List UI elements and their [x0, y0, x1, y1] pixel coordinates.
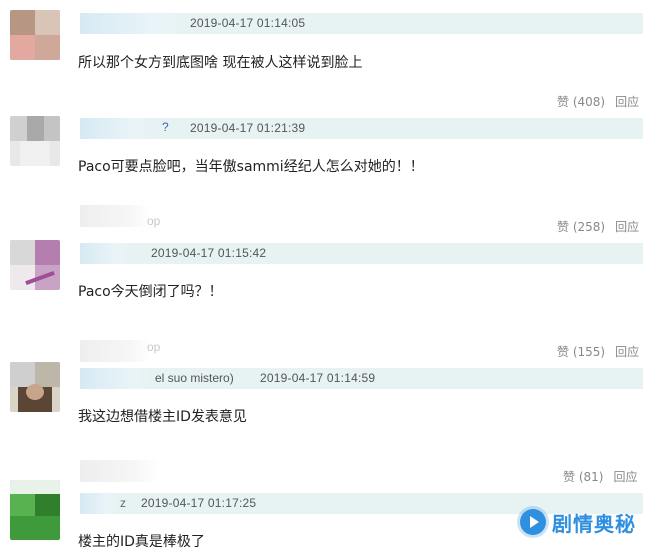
quoted-username	[80, 340, 150, 362]
watermark: 剧情奥秘	[520, 505, 636, 539]
comment-time: 2019-04-17 01:14:59	[260, 371, 376, 385]
username[interactable]	[80, 243, 132, 264]
avatar[interactable]	[10, 10, 60, 60]
reply-button[interactable]: 回应	[615, 343, 639, 360]
like-button[interactable]: 赞 (81)	[563, 468, 603, 485]
quoted-username	[80, 460, 158, 482]
comment-actions: 赞 (81) 回应	[563, 468, 637, 485]
quoted-username-suffix: op	[147, 214, 161, 228]
comment-text: 所以那个女方到底图啥 现在被人这样说到脸上	[78, 55, 363, 71]
reply-button[interactable]: 回应	[615, 93, 639, 110]
avatar[interactable]	[10, 116, 60, 166]
comment-text: 楼主的ID真是棒极了	[78, 534, 205, 550]
reply-button[interactable]: 回应	[613, 468, 637, 485]
comment-time: 2019-04-17 01:14:05	[190, 16, 306, 30]
comment-text: 我这边想借楼主ID发表意见	[78, 409, 247, 425]
comment-time: 2019-04-17 01:21:39	[190, 121, 306, 135]
comment-actions: 赞 (258) 回应	[557, 218, 639, 235]
comment-time: 2019-04-17 01:17:25	[141, 496, 257, 510]
avatar[interactable]	[10, 240, 60, 290]
comment-time: 2019-04-17 01:15:42	[151, 246, 267, 260]
quoted-username-suffix: op	[147, 340, 161, 354]
username[interactable]	[80, 118, 158, 139]
comment-actions: 赞 (155) 回应	[557, 343, 639, 360]
username-suffix: el suo mistero)	[155, 371, 234, 385]
username-suffix: z	[120, 496, 126, 510]
watermark-text: 剧情奥秘	[552, 511, 636, 536]
like-button[interactable]: 赞 (408)	[557, 93, 605, 110]
username[interactable]	[80, 368, 155, 389]
quoted-username	[80, 205, 150, 227]
comment-header: el suo mistero) 2019-04-17 01:14:59	[80, 368, 643, 389]
comment-text: Paco今天倒闭了吗？！	[78, 284, 223, 300]
comment-header: 2019-04-17 01:15:42	[80, 243, 643, 264]
comment-feed: 2019-04-17 01:14:05 所以那个女方到底图啥 现在被人这样说到脸…	[0, 0, 665, 553]
comment-header: 2019-04-17 01:14:05	[80, 13, 643, 34]
reply-button[interactable]: 回应	[615, 218, 639, 235]
username-suffix: ?	[162, 120, 169, 134]
avatar[interactable]	[10, 480, 60, 540]
like-button[interactable]: 赞 (258)	[557, 218, 605, 235]
username[interactable]	[80, 13, 188, 34]
play-logo-icon	[520, 509, 546, 535]
comment-text: Paco可要点脸吧，当年傲sammi经纪人怎么对她的！！	[78, 159, 424, 175]
like-button[interactable]: 赞 (155)	[557, 343, 605, 360]
username[interactable]	[80, 493, 120, 514]
comment-header: ? 2019-04-17 01:21:39	[80, 118, 643, 139]
comment-actions: 赞 (408) 回应	[557, 93, 639, 110]
avatar[interactable]	[10, 362, 60, 412]
